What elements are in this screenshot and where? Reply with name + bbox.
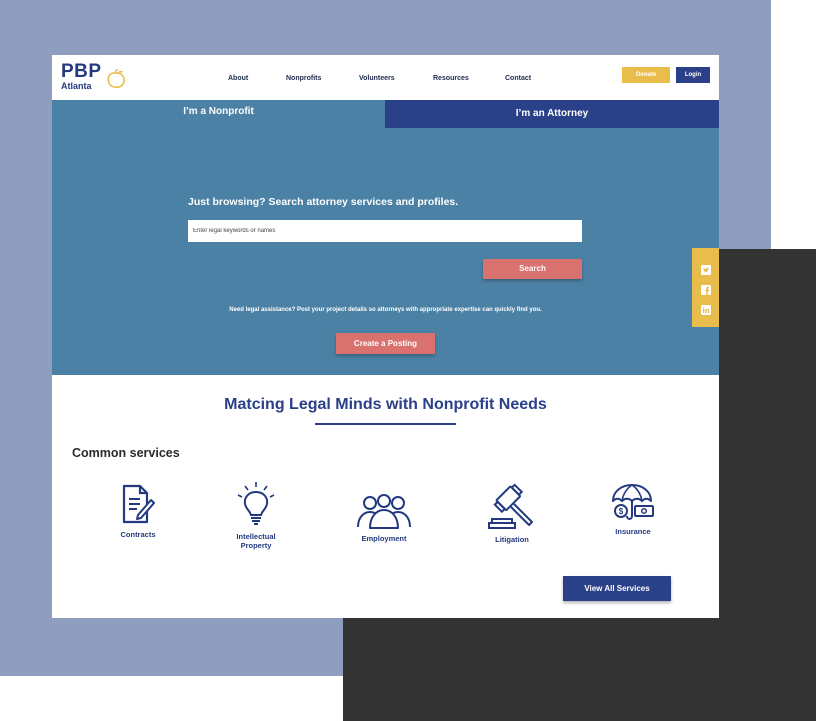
service-label: Insurance <box>615 527 651 536</box>
website-screenshot: PBP Atlanta About Nonprofits Volunteers … <box>52 55 719 618</box>
section-title: Matcing Legal Minds with Nonprofit Needs <box>224 396 547 413</box>
hero-search-panel: Just browsing? Search attorney services … <box>52 128 719 375</box>
nav-link-about[interactable]: About <box>228 75 248 82</box>
common-services-heading: Common services <box>72 446 180 460</box>
service-contracts[interactable]: Contracts <box>93 482 183 539</box>
service-employment[interactable]: Employment <box>339 494 429 543</box>
create-posting-button[interactable]: Create a Posting <box>336 333 435 354</box>
nav-link-volunteers[interactable]: Volunteers <box>359 75 395 82</box>
pbp-atlanta-logo[interactable]: PBP Atlanta <box>61 61 125 91</box>
tab-nonprofit[interactable]: I’m a Nonprofit <box>52 100 385 128</box>
backdrop-white-strip <box>771 0 816 249</box>
service-intellectual-property[interactable]: Intellectual Property <box>211 480 301 550</box>
logo-subtext: Atlanta <box>61 81 92 91</box>
service-label: Litigation <box>495 535 529 544</box>
tab-attorney[interactable]: I’m an Attorney <box>385 100 719 128</box>
mockup-stage: PBP Atlanta About Nonprofits Volunteers … <box>0 0 816 721</box>
gavel-icon <box>488 483 533 529</box>
svg-text:$: $ <box>619 507 624 516</box>
service-label: Contracts <box>120 530 156 539</box>
umbrella-money-icon: $ <box>612 484 654 520</box>
service-label: Intellectual Property <box>236 532 276 550</box>
facebook-icon[interactable] <box>701 285 711 295</box>
top-navbar: PBP Atlanta About Nonprofits Volunteers … <box>52 55 719 100</box>
posting-prompt-text: Need legal assistance? Post your project… <box>229 307 542 313</box>
title-underline-divider <box>315 423 456 425</box>
nav-link-contact[interactable]: Contact <box>505 75 531 82</box>
hero-heading: Just browsing? Search attorney services … <box>188 196 459 208</box>
twitter-icon[interactable] <box>701 265 711 275</box>
login-button[interactable]: Login <box>676 67 710 83</box>
nav-link-nonprofits[interactable]: Nonprofits <box>286 75 321 82</box>
service-label: Employment <box>361 534 407 543</box>
donate-button[interactable]: Donate <box>622 67 670 83</box>
service-insurance[interactable]: $ Insurance <box>588 483 678 536</box>
nav-link-resources[interactable]: Resources <box>433 75 469 82</box>
search-input[interactable] <box>188 220 582 242</box>
lightbulb-icon <box>237 482 275 525</box>
people-group-icon <box>357 494 411 529</box>
view-all-services-button[interactable]: View All Services <box>563 576 671 601</box>
search-button[interactable]: Search <box>483 259 582 279</box>
contract-document-icon <box>122 484 155 524</box>
social-sidebar <box>692 248 719 327</box>
linkedin-icon[interactable] <box>701 305 711 315</box>
logo-text: PBP <box>61 61 102 82</box>
service-litigation[interactable]: Litigation <box>467 483 557 544</box>
peach-logo-icon <box>107 69 125 89</box>
